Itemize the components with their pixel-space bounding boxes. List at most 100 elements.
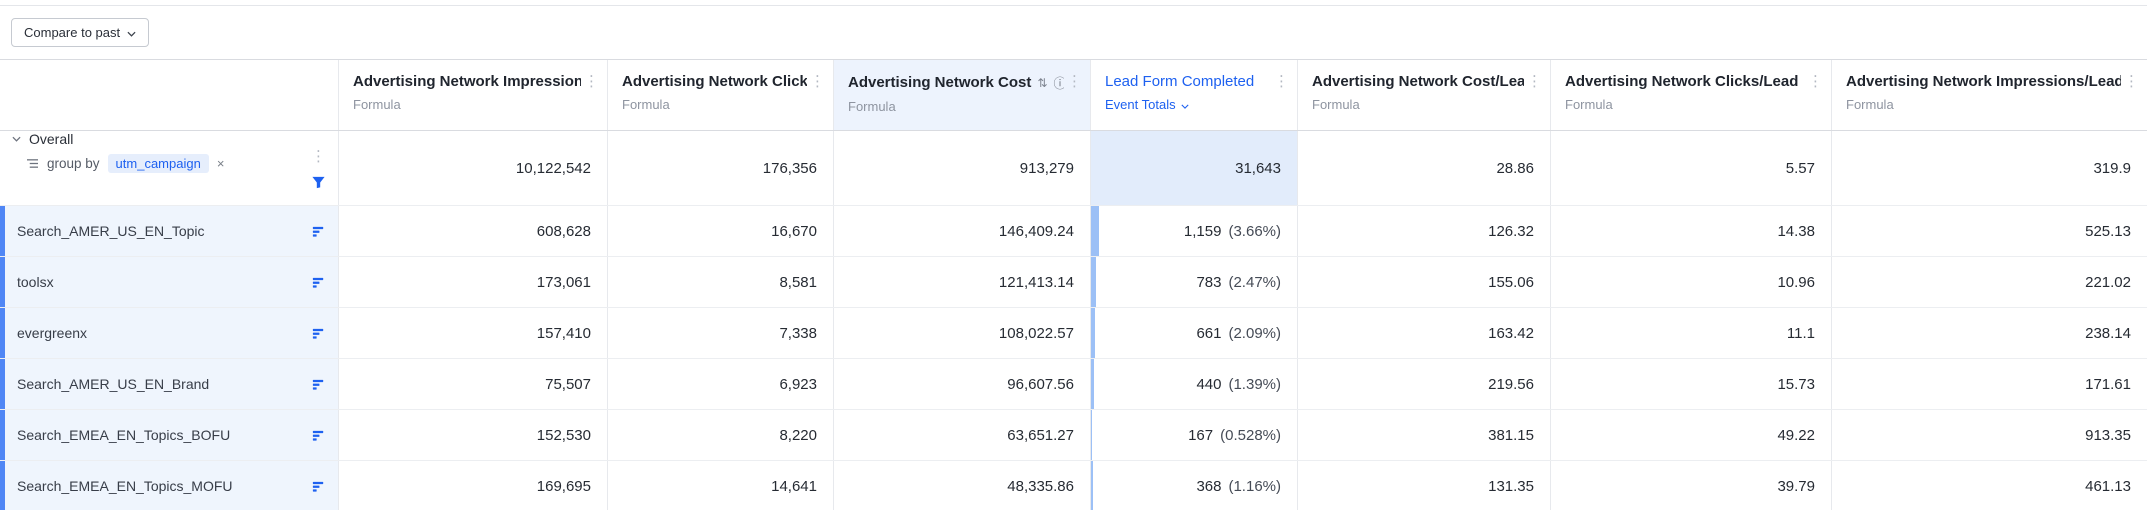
metric-cell: 319.9 [1831, 131, 2147, 205]
kebab-icon[interactable]: ⋮ [584, 74, 599, 89]
metric-cell: 381.15 [1297, 410, 1550, 460]
toolbar: Compare to past [0, 0, 2147, 47]
row-label: Search_AMER_US_EN_Topic [17, 223, 205, 239]
metric-value: 1,159 [1183, 222, 1222, 240]
lead-form-cell: 783 (2.47%) [1090, 257, 1297, 307]
lead-form-bar [1091, 461, 1094, 510]
metric-cell: 221.02 [1831, 257, 2147, 307]
metric-cell: 131.35 [1297, 461, 1550, 510]
metric-value: 31,643 [1235, 159, 1281, 177]
column-header-cost-per-lead[interactable]: Advertising Network Cost/Lead Formula ⋮ [1297, 60, 1550, 130]
metric-cell: 15.73 [1550, 359, 1831, 409]
bar-chart-icon[interactable] [311, 377, 326, 392]
column-title: Advertising Network Clicks [622, 73, 807, 90]
compare-to-past-button[interactable]: Compare to past [11, 18, 150, 47]
lead-form-cell: 368 (1.16%) [1090, 461, 1297, 510]
row-label-cell[interactable]: Search_AMER_US_EN_Topic [0, 206, 338, 256]
kebab-icon[interactable]: ⋮ [1808, 74, 1823, 89]
metric-cell: 108,022.57 [833, 308, 1090, 358]
row-accent-stripe [0, 359, 5, 409]
bar-chart-icon[interactable] [311, 479, 326, 494]
kebab-icon[interactable]: ⋮ [1274, 74, 1289, 89]
bar-chart-icon[interactable] [311, 428, 326, 443]
lead-form-bar [1091, 359, 1094, 409]
kebab-icon[interactable]: ⋮ [810, 74, 825, 89]
table-row: toolsx 173,061 8,581 121,413.14 783 (2.47… [0, 257, 2147, 308]
metric-cell: 39.79 [1550, 461, 1831, 510]
metric-cell: 126.32 [1297, 206, 1550, 256]
metric-cell: 28.86 [1297, 131, 1550, 205]
column-subtitle: Formula [353, 97, 401, 112]
lead-form-cell: 1,159 (3.66%) [1090, 206, 1297, 256]
column-header-lead-form-completed[interactable]: Lead Form Completed Event Totals ⋮ [1090, 60, 1297, 130]
filter-icon[interactable] [311, 175, 326, 190]
column-title: Advertising Network Clicks/Lead [1565, 73, 1799, 90]
metric-percent: (3.66%) [1228, 222, 1281, 240]
group-by-icon [26, 158, 39, 169]
row-accent-stripe [0, 461, 5, 510]
lead-form-bar [1091, 410, 1093, 460]
row-label-cell[interactable]: evergreenx [0, 308, 338, 358]
column-title: Advertising Network Impressions [353, 73, 581, 90]
row-label-cell[interactable]: Search_EMEA_EN_Topics_BOFU [0, 410, 338, 460]
kebab-icon[interactable]: ⋮ [1527, 74, 1542, 89]
metric-cell: 525.13 [1831, 206, 2147, 256]
column-header-cost[interactable]: Advertising Network Cost ⇅ ⓘ Formula ⋮ [833, 60, 1090, 130]
metric-percent: (1.16%) [1228, 477, 1281, 495]
column-subtitle: Formula [1846, 97, 1894, 112]
metric-cell: 10.96 [1550, 257, 1831, 307]
metric-cell: 16,670 [607, 206, 833, 256]
event-totals-dropdown[interactable]: Event Totals [1105, 97, 1189, 112]
table-row: Search_EMEA_EN_Topics_BOFU 152,530 8,220… [0, 410, 2147, 461]
remove-group-icon[interactable]: × [217, 156, 225, 171]
lead-form-bar [1091, 308, 1096, 358]
metric-value: 783 [1196, 273, 1222, 291]
column-subtitle: Formula [1565, 97, 1613, 112]
metric-cell: 913,279 [833, 131, 1090, 205]
collapse-chevron-icon[interactable] [12, 136, 21, 142]
overall-row-label-cell[interactable]: Overall group by utm_campaign × ⋮ [0, 131, 338, 205]
compare-to-past-label: Compare to past [24, 25, 121, 40]
kebab-icon[interactable]: ⋮ [1067, 74, 1082, 89]
metric-cell: 608,628 [338, 206, 607, 256]
column-header-impressions-per-lead[interactable]: Advertising Network Impressions/Lead For… [1831, 60, 2147, 130]
row-label-cell[interactable]: toolsx [0, 257, 338, 307]
group-by-chip[interactable]: utm_campaign [107, 154, 209, 173]
metric-percent: (2.09%) [1228, 324, 1281, 342]
column-header-clicks[interactable]: Advertising Network Clicks Formula ⋮ [607, 60, 833, 130]
metric-cell: 146,409.24 [833, 206, 1090, 256]
column-header-impressions[interactable]: Advertising Network Impressions Formula … [338, 60, 607, 130]
metric-cell: 14.38 [1550, 206, 1831, 256]
table-header-row: Advertising Network Impressions Formula … [0, 60, 2147, 131]
metric-cell: 238.14 [1831, 308, 2147, 358]
row-label: evergreenx [17, 325, 88, 341]
metric-cell: 163.42 [1297, 308, 1550, 358]
row-label-cell[interactable]: Search_EMEA_EN_Topics_MOFU [0, 461, 338, 510]
kebab-icon[interactable]: ⋮ [311, 147, 326, 165]
metric-cell: 157,410 [338, 308, 607, 358]
row-label-cell[interactable]: Search_AMER_US_EN_Brand [0, 359, 338, 409]
column-title-link[interactable]: Lead Form Completed [1105, 73, 1254, 90]
metric-cell: 169,695 [338, 461, 607, 510]
metric-cell: 461.13 [1831, 461, 2147, 510]
metric-cell: 176,356 [607, 131, 833, 205]
info-icon[interactable]: ⓘ [1053, 73, 1064, 92]
bar-chart-icon[interactable] [311, 224, 326, 239]
row-accent-stripe [0, 257, 5, 307]
row-accent-stripe [0, 308, 5, 358]
metric-percent: (1.39%) [1228, 375, 1281, 393]
bar-chart-icon[interactable] [311, 275, 326, 290]
bar-chart-icon[interactable] [311, 326, 326, 341]
column-subtitle: Formula [848, 99, 896, 114]
metric-value: 368 [1196, 477, 1222, 495]
metric-value: 661 [1196, 324, 1222, 342]
table-row: Search_AMER_US_EN_Brand 75,507 6,923 96,… [0, 359, 2147, 410]
row-label: Search_EMEA_EN_Topics_MOFU [17, 478, 233, 494]
column-header-clicks-per-lead[interactable]: Advertising Network Clicks/Lead Formula … [1550, 60, 1831, 130]
row-label: Search_EMEA_EN_Topics_BOFU [17, 427, 231, 443]
kebab-icon[interactable]: ⋮ [2124, 74, 2139, 89]
row-accent-stripe [0, 206, 5, 256]
metric-cell: 49.22 [1550, 410, 1831, 460]
metric-cell: 8,220 [607, 410, 833, 460]
sort-icon[interactable]: ⇅ [1037, 76, 1047, 90]
